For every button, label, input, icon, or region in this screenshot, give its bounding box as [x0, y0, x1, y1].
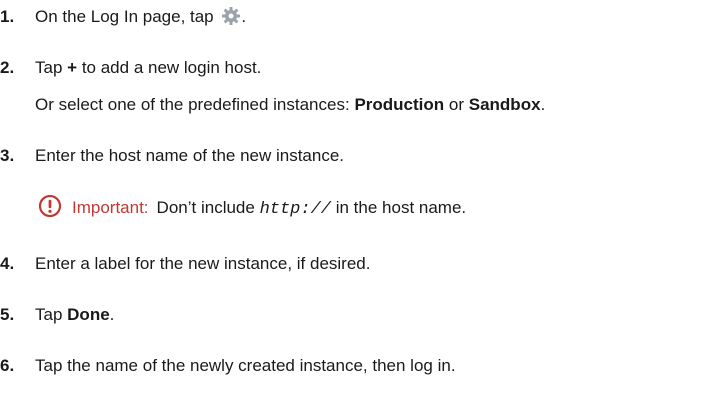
sub-text-mid: or [448, 95, 465, 114]
gear-icon [221, 6, 241, 26]
step-text-after: to add a new login host. [81, 58, 262, 77]
step-2-subtext: Or select one of the predefined instance… [35, 92, 545, 118]
step-number: 3. [0, 146, 15, 165]
step-text: On the Log In page, tap . [35, 4, 703, 30]
code-http: http:// [259, 200, 331, 219]
plus-symbol: + [67, 58, 78, 77]
step-6: 6. Tap the name of the newly created ins… [0, 353, 703, 379]
sub-text-before: Or select one of the predefined instance… [35, 95, 350, 114]
step-number: 6. [0, 356, 15, 375]
option-sandbox: Sandbox [468, 95, 541, 114]
important-note: Important: Don’t include http:// in the h… [38, 193, 466, 223]
step-text-after: . [241, 7, 247, 26]
note-text-before: Don’t include [156, 198, 255, 217]
done-label: Done [67, 305, 110, 324]
important-label: Important: [72, 198, 149, 217]
step-number: 4. [0, 254, 15, 273]
step-text: Tap Done. [35, 302, 703, 328]
step-number: 5. [0, 305, 15, 324]
step-text-before: Tap [35, 305, 63, 324]
step-text: Tap the name of the newly created instan… [35, 356, 456, 375]
step-5: 5. Tap Done. [0, 302, 703, 328]
step-text-after: . [109, 305, 115, 324]
step-text: Enter a label for the new instance, if d… [35, 254, 371, 273]
step-number: 2. [0, 58, 15, 77]
note-text-after: in the host name. [335, 198, 467, 217]
step-2: 2. Tap + to add a new login host. [0, 55, 703, 81]
step-1: 1. On the Log In page, tap . [0, 4, 703, 30]
step-text-before: On the Log In page, tap [35, 7, 214, 26]
step-number: 1. [0, 7, 15, 26]
important-icon [38, 194, 62, 218]
step-text: Enter the host name of the new instance. [35, 146, 345, 165]
option-production: Production [354, 95, 445, 114]
step-3: 3. Enter the host name of the new instan… [0, 143, 703, 169]
step-text-before: Tap [35, 58, 63, 77]
step-4: 4. Enter a label for the new instance, i… [0, 251, 703, 277]
step-text: Tap + to add a new login host. [35, 55, 703, 81]
sub-text-end: . [540, 95, 546, 114]
